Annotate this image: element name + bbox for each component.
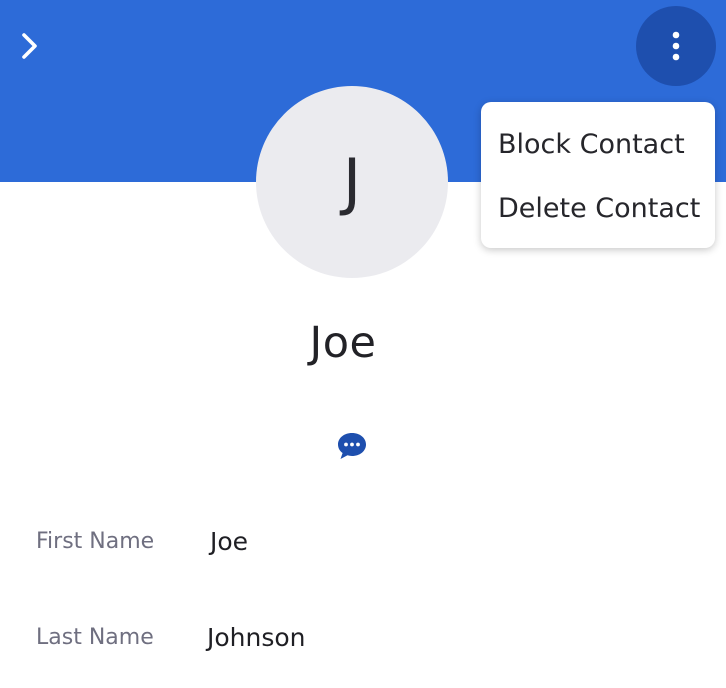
message-button[interactable]	[334, 428, 370, 464]
first-name-row: First Name Joe	[36, 522, 686, 562]
last-name-label: Last Name	[36, 625, 154, 650]
avatar-initial: J	[342, 145, 362, 218]
vertical-dots-icon	[672, 31, 680, 61]
first-name-value: Joe	[210, 527, 249, 556]
more-options-button[interactable]	[636, 6, 716, 86]
block-contact-menu-item[interactable]: Block Contact	[481, 112, 715, 176]
chevron-right-icon	[22, 33, 37, 59]
delete-contact-menu-item[interactable]: Delete Contact	[481, 176, 715, 240]
back-button[interactable]	[10, 26, 50, 66]
avatar: J	[256, 86, 448, 278]
first-name-label: First Name	[36, 529, 155, 554]
chat-bubble-icon	[338, 433, 366, 459]
options-menu: Block Contact Delete Contact	[481, 102, 715, 248]
last-name-row: Last Name Johnson	[36, 618, 686, 658]
last-name-value: Johnson	[207, 623, 306, 652]
contact-name: Joe	[309, 318, 377, 368]
